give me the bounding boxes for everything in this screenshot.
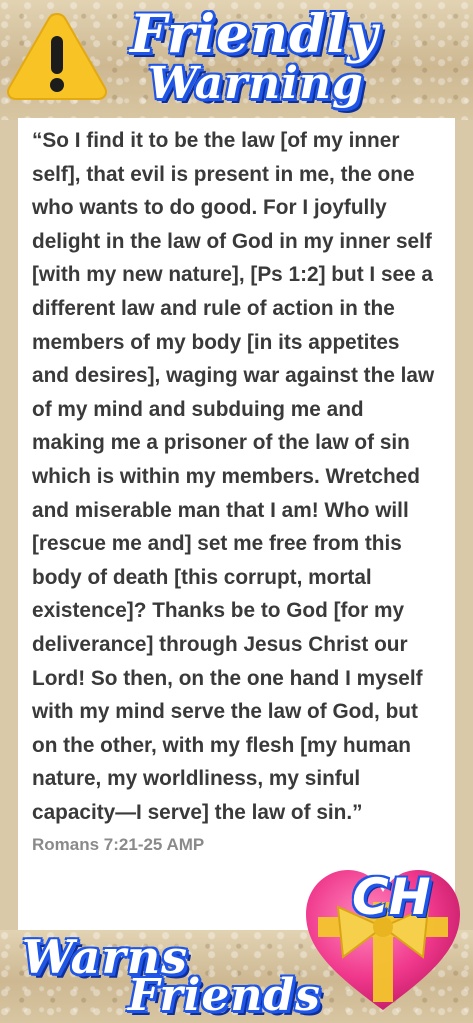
warning-triangle-icon bbox=[6, 12, 108, 100]
title-warning: Warning bbox=[148, 58, 364, 109]
verse-reference: Romans 7:21-25 AMP bbox=[32, 835, 205, 855]
footer-friends: Friends bbox=[128, 970, 321, 1021]
title-friendly: Friendly bbox=[130, 4, 379, 65]
verse-card: “So I find it to be the law [of my inner… bbox=[18, 118, 455, 930]
verse-text: “So I find it to be the law [of my inner… bbox=[32, 129, 435, 824]
ch-badge: CH bbox=[352, 868, 431, 926]
